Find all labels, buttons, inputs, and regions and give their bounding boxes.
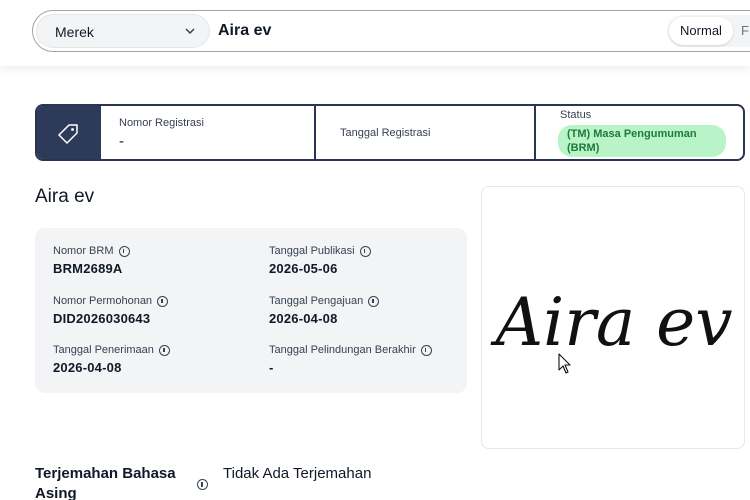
field-tanggal-pelindungan-berakhir: Tanggal Pelindungan Berakhir - [269,344,432,375]
page-title: Aira ev [35,186,95,207]
field-nomor-brm: Nomor BRM BRM2689A [53,245,130,276]
registration-date-cell: Tanggal Registrasi [314,106,534,159]
field-tanggal-penerimaan: Tanggal Penerimaan 2026-04-08 [53,344,170,375]
status-badge: (TM) Masa Pengumuman (BRM) [558,125,726,157]
field-value: BRM2689A [53,261,123,276]
registration-number-cell: Nomor Registrasi - [101,106,314,159]
trademark-logo: Aira ev [490,284,733,374]
field-label: Tanggal Penerimaan [53,344,154,356]
field-nomor-permohonan: Nomor Permohonan DID2026030643 [53,295,169,326]
category-select[interactable]: Merek [36,14,210,48]
details-card: Nomor BRM BRM2689A Tanggal Publikasi 202… [35,228,467,393]
search-bar: Merek Aira ev Normal F [32,10,750,52]
field-value: DID2026030643 [53,311,151,326]
tag-cell [37,106,101,159]
logo-wordmark: Aira ev [490,284,733,361]
search-input[interactable]: Aira ev [218,22,271,40]
mode-normal-button[interactable]: Normal [669,17,733,45]
chevron-down-icon [185,28,195,35]
info-icon[interactable] [118,245,130,257]
field-label: Tanggal Pengajuan [269,295,364,307]
field-label: Tanggal Publikasi [269,245,355,257]
registration-number-label: Nomor Registrasi [119,117,204,129]
field-tanggal-pengajuan: Tanggal Pengajuan 2026-04-08 [269,295,380,326]
tag-icon [58,124,78,144]
category-select-value: Merek [55,24,94,40]
trademark-logo-image[interactable]: Aira ev [481,186,745,449]
mode-next-button[interactable]: F [741,23,749,38]
field-value: - [269,360,274,375]
info-icon[interactable] [359,245,371,257]
registration-number-value: - [119,133,124,150]
status-cell: Status (TM) Masa Pengumuman (BRM) [534,106,743,159]
field-value: 2026-05-06 [269,261,338,276]
field-value: 2026-04-08 [53,360,122,375]
translation-value: Tidak Ada Terjemahan [223,465,372,482]
info-icon[interactable] [368,295,380,307]
search-mode-toggle: Normal F [667,15,750,47]
info-icon[interactable] [420,344,432,356]
field-value: 2026-04-08 [269,311,338,326]
field-label: Nomor Permohonan [53,295,153,307]
registration-strip: Nomor Registrasi - Tanggal Registrasi St… [35,104,745,161]
info-icon[interactable] [197,479,208,490]
info-icon[interactable] [157,295,169,307]
info-icon[interactable] [158,344,170,356]
translation-label: Terjemahan Bahasa Asing [35,465,176,500]
registration-date-label: Tanggal Registrasi [340,127,431,139]
top-search-bar: Merek Aira ev Normal F [0,0,750,66]
field-tanggal-publikasi: Tanggal Publikasi 2026-05-06 [269,245,371,276]
status-label: Status [560,109,592,121]
field-label: Nomor BRM [53,245,114,257]
field-label: Tanggal Pelindungan Berakhir [269,344,416,356]
